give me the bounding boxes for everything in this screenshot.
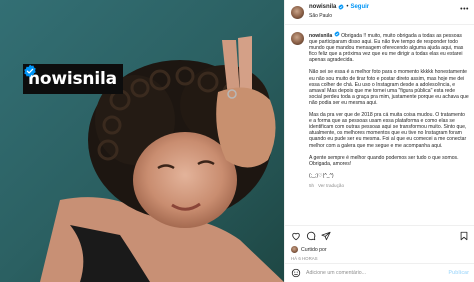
caption-paragraph-2: Não sei se essa é a melhor foto para o m… <box>309 69 469 106</box>
see-translation-link[interactable]: Ver tradução <box>318 183 344 188</box>
caption-paragraph-1: nowisnila Obrigada !! muito, muito obrig… <box>309 31 469 63</box>
bookmark-icon[interactable] <box>459 231 469 241</box>
caption-meta: 5h Ver tradução <box>309 183 469 189</box>
caption-paragraph-3: Mas da pra ver que de 2018 pra cá muita … <box>309 112 467 149</box>
overlay-username: nowisnila <box>28 69 117 89</box>
caption-avatar[interactable] <box>291 32 304 45</box>
likes-line: Curtido por <box>291 246 327 253</box>
emoji-icon[interactable] <box>291 268 301 278</box>
follow-button[interactable]: Seguir <box>350 4 369 10</box>
photo-illustration <box>0 0 284 282</box>
liker-avatar[interactable] <box>291 246 298 253</box>
share-icon[interactable] <box>321 231 331 241</box>
more-options-icon[interactable]: ••• <box>460 6 469 13</box>
add-comment-bar: Publicar <box>285 263 474 282</box>
publish-button[interactable]: Publicar <box>449 270 469 276</box>
comment-icon[interactable] <box>306 231 316 241</box>
caption-p1-text: Obrigada !! muito, muito obrigada a toda… <box>309 33 464 64</box>
heart-icon[interactable] <box>291 231 301 241</box>
caption-username[interactable]: nowisnila <box>309 33 332 39</box>
post-location[interactable]: São Paulo <box>309 13 332 19</box>
post-date: HÁ 6 HORAS <box>291 256 318 261</box>
verified-badge-icon <box>334 31 340 37</box>
comment-input[interactable] <box>306 268 426 278</box>
username-overlay: nowisnila <box>23 64 123 94</box>
post-header: nowisnila • Seguir São Paulo ••• <box>285 0 474 25</box>
caption-paragraph-5: (;_;)♡(^_^) <box>309 172 334 179</box>
verified-badge-icon <box>24 64 36 78</box>
header-username[interactable]: nowisnila <box>309 4 336 10</box>
header-user-line: nowisnila • Seguir <box>309 4 369 10</box>
caption-paragraph-4: A gente sempre é melhor quando podemos s… <box>309 154 459 167</box>
post-panel: nowisnila • Seguir São Paulo ••• nowisni… <box>284 0 474 282</box>
action-bar <box>285 225 474 245</box>
caption-area: nowisnila Obrigada !! muito, muito obrig… <box>285 26 474 224</box>
liked-by-text[interactable]: Curtido por <box>301 247 327 253</box>
caption-time: 5h <box>309 182 315 188</box>
caption-text: nowisnila Obrigada !! muito, muito obrig… <box>309 31 469 189</box>
avatar[interactable] <box>291 6 304 19</box>
post-photo[interactable]: nowisnila <box>0 0 284 282</box>
verified-badge-icon <box>338 4 344 10</box>
separator-dot: • <box>346 4 349 10</box>
